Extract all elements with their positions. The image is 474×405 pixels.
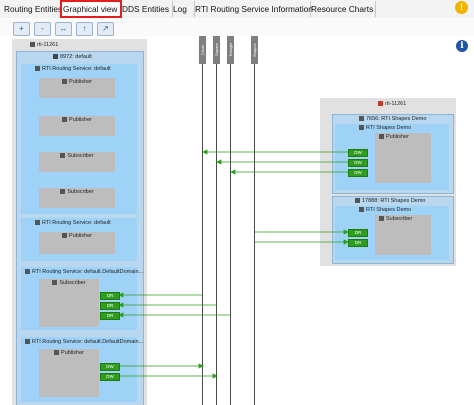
tab-routing-entities[interactable]: Routing Entities xyxy=(2,1,63,17)
connection-lines xyxy=(118,149,349,379)
tab-dds-entities[interactable]: DDS Entities xyxy=(120,1,173,17)
dw-tag-left-2[interactable]: DW xyxy=(100,373,120,381)
warning-icon[interactable]: ! xyxy=(455,1,468,14)
tab-resource-charts[interactable]: Resource Charts xyxy=(309,1,376,17)
zoom-in-button[interactable]: + xyxy=(13,22,30,36)
dw-tag-left-1[interactable]: DW xyxy=(100,363,120,371)
dr-tag-1[interactable]: DR xyxy=(348,229,368,237)
toolbar: + - ↔ ↑ ↗ xyxy=(0,18,474,36)
dw-tag-3[interactable]: DW xyxy=(348,169,368,177)
zoom-out-button[interactable]: - xyxy=(34,22,51,36)
move-up-button[interactable]: ↑ xyxy=(76,22,93,36)
fit-width-button[interactable]: ↔ xyxy=(55,22,72,36)
dr-tag-left-1[interactable]: DR xyxy=(100,292,120,300)
dr-tag-left-2[interactable]: DR xyxy=(100,302,120,310)
dr-tag-2[interactable]: DR xyxy=(348,239,368,247)
dr-tag-left-3[interactable]: DR xyxy=(100,312,120,320)
dw-tag-2[interactable]: DW xyxy=(348,159,368,167)
graph-canvas[interactable]: rti-11261 8972: default RTI Routing Serv… xyxy=(0,36,474,405)
dw-tag-1[interactable]: DW xyxy=(348,149,368,157)
tab-graphical-view[interactable]: Graphical view xyxy=(60,0,122,18)
tab-routing-service-info[interactable]: RTI Routing Service Information xyxy=(193,1,313,17)
export-button[interactable]: ↗ xyxy=(97,22,114,36)
tab-bar: Routing Entities Graphical view DDS Enti… xyxy=(0,0,474,19)
tab-log[interactable]: Log xyxy=(171,1,195,17)
